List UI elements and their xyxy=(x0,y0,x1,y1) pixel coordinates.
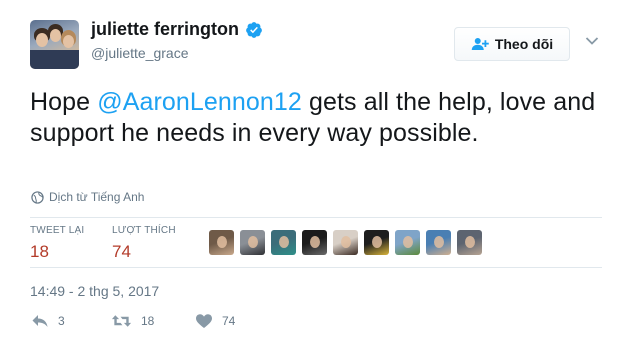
chevron-down-icon[interactable] xyxy=(585,36,599,46)
liker-avatar[interactable] xyxy=(364,230,389,255)
user-avatar[interactable] xyxy=(30,20,79,69)
translate-link[interactable]: Dịch từ Tiếng Anh xyxy=(31,190,144,204)
liker-avatar[interactable] xyxy=(271,230,296,255)
add-user-icon xyxy=(471,38,489,50)
retweet-button[interactable]: 18 xyxy=(111,313,154,329)
heart-icon xyxy=(196,314,212,328)
translate-label: Dịch từ Tiếng Anh xyxy=(49,190,145,204)
liker-avatar[interactable] xyxy=(457,230,482,255)
reply-icon xyxy=(32,315,48,327)
tweet-text-start: Hope xyxy=(30,88,98,116)
liker-avatar[interactable] xyxy=(240,230,265,255)
globe-icon xyxy=(31,190,44,204)
user-handle[interactable]: @juliette_grace xyxy=(91,45,189,61)
retweets-stat[interactable]: TWEET LẠI 18 xyxy=(30,225,84,262)
reply-count: 3 xyxy=(58,314,65,328)
mention-link[interactable]: @AaronLennon12 xyxy=(97,88,302,116)
liker-avatar[interactable] xyxy=(302,230,327,255)
likes-label: LƯỢT THÍCH xyxy=(112,225,176,236)
likers-list xyxy=(209,230,482,255)
retweets-label: TWEET LẠI xyxy=(30,225,85,236)
like-count: 74 xyxy=(222,314,236,328)
retweet-icon xyxy=(111,315,132,327)
liker-avatar[interactable] xyxy=(209,230,234,255)
likes-stat[interactable]: LƯỢT THÍCH 74 xyxy=(112,225,176,262)
liker-avatar[interactable] xyxy=(395,230,420,255)
timestamp[interactable]: 14:49 - 2 thg 5, 2017 xyxy=(30,283,159,299)
reply-button[interactable]: 3 xyxy=(31,313,65,329)
likes-value: 74 xyxy=(112,242,131,261)
tweet-text: Hope @AaronLennon12 gets all the help, l… xyxy=(30,87,600,149)
retweets-value: 18 xyxy=(30,242,49,261)
liker-avatar[interactable] xyxy=(426,230,451,255)
follow-button[interactable]: Theo dõi xyxy=(454,27,570,61)
divider xyxy=(30,267,602,268)
follow-button-label: Theo dõi xyxy=(494,36,554,52)
verified-badge-icon xyxy=(246,21,262,38)
like-button[interactable]: 74 xyxy=(195,313,235,329)
divider xyxy=(30,217,602,218)
display-name[interactable]: juliette ferrington xyxy=(91,19,239,40)
liker-avatar[interactable] xyxy=(333,230,358,255)
retweet-count: 18 xyxy=(141,314,155,328)
